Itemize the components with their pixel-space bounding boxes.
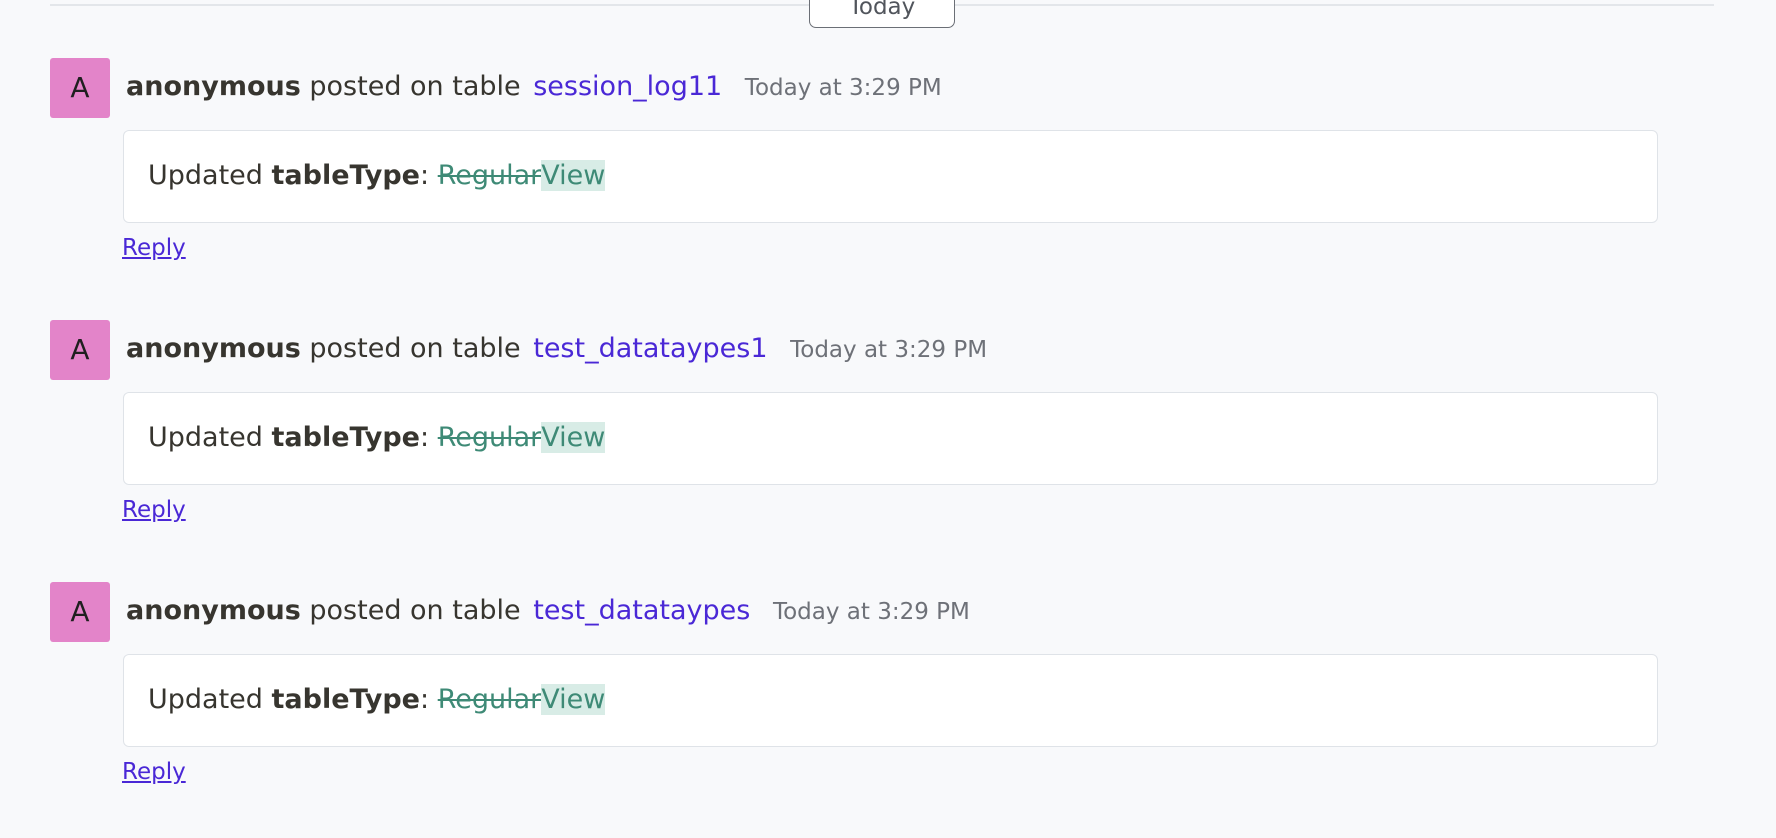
change-card: Updated tableType: RegularView [123, 654, 1658, 747]
action-text: posted on table [309, 595, 521, 626]
reply-link[interactable]: Reply [122, 758, 186, 786]
update-prefix: Updated [148, 422, 263, 453]
change-description: Updated tableType: RegularView [148, 683, 606, 717]
change-description: Updated tableType: RegularView [148, 159, 606, 193]
old-value: Regular [437, 684, 542, 715]
reply-link[interactable]: Reply [122, 234, 186, 262]
change-card: Updated tableType: RegularView [123, 130, 1658, 223]
action-text: posted on table [309, 333, 521, 364]
old-value: Regular [437, 422, 542, 453]
user-avatar[interactable]: A [50, 58, 110, 118]
entry-timestamp: Today at 3:29 PM [790, 337, 988, 363]
author-name: anonymous [126, 595, 301, 626]
field-separator: : [420, 422, 430, 453]
field-separator: : [420, 684, 430, 715]
author-name: anonymous [126, 333, 301, 364]
reply-link[interactable]: Reply [122, 496, 186, 524]
new-value: View [541, 422, 606, 453]
entry-header: anonymous posted on table session_log11 … [126, 70, 942, 105]
old-value: Regular [437, 160, 542, 191]
table-link[interactable]: test_datataypes [533, 595, 750, 626]
field-name: tableType [271, 422, 420, 453]
table-link[interactable]: test_datataypes1 [533, 333, 767, 364]
entry-timestamp: Today at 3:29 PM [744, 75, 942, 101]
update-prefix: Updated [148, 160, 263, 191]
field-separator: : [420, 160, 430, 191]
field-name: tableType [271, 160, 420, 191]
new-value: View [541, 160, 606, 191]
user-avatar[interactable]: A [50, 320, 110, 380]
new-value: View [541, 684, 606, 715]
user-avatar[interactable]: A [50, 582, 110, 642]
entry-header: anonymous posted on table test_datataype… [126, 594, 970, 629]
field-name: tableType [271, 684, 420, 715]
author-name: anonymous [126, 71, 301, 102]
entry-timestamp: Today at 3:29 PM [772, 599, 970, 625]
action-text: posted on table [309, 71, 521, 102]
day-badge: Today [809, 0, 955, 28]
update-prefix: Updated [148, 684, 263, 715]
change-card: Updated tableType: RegularView [123, 392, 1658, 485]
table-link[interactable]: session_log11 [533, 71, 722, 102]
change-description: Updated tableType: RegularView [148, 421, 606, 455]
entry-header: anonymous posted on table test_datataype… [126, 332, 987, 367]
